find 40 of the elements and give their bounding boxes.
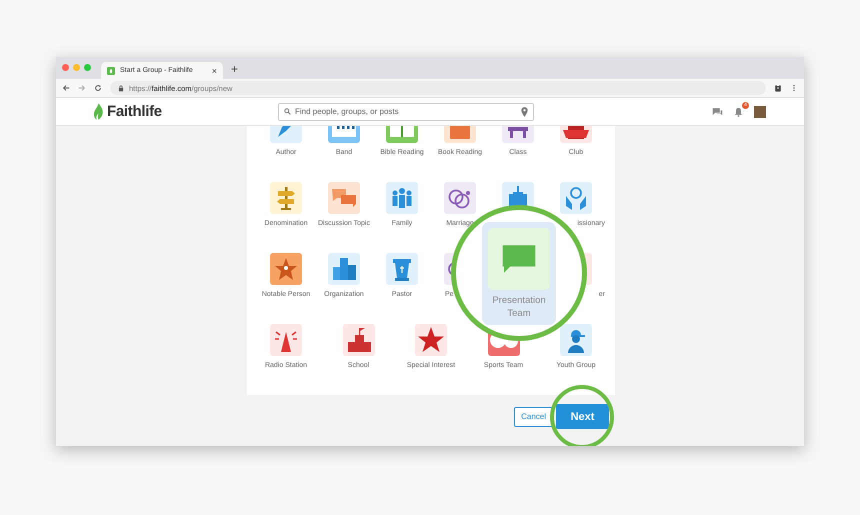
group-type-tile[interactable] bbox=[444, 182, 476, 214]
close-tab-button[interactable]: × bbox=[212, 66, 217, 76]
chat-icon[interactable] bbox=[712, 106, 723, 116]
search-icon bbox=[284, 108, 291, 115]
clipboard-icon[interactable] bbox=[774, 84, 782, 92]
group-type-tile[interactable] bbox=[270, 253, 302, 285]
group-type-tile[interactable] bbox=[560, 126, 592, 143]
group-type-tile[interactable] bbox=[328, 253, 360, 285]
group-type-tile[interactable] bbox=[270, 182, 302, 214]
group-type-tile[interactable] bbox=[328, 182, 360, 214]
group-type-tile[interactable] bbox=[328, 126, 360, 143]
new-tab-button[interactable]: + bbox=[231, 62, 238, 76]
group-type-tile[interactable] bbox=[386, 126, 418, 143]
search-input[interactable]: Find people, groups, or posts bbox=[295, 107, 517, 116]
group-type-tile[interactable] bbox=[342, 324, 374, 356]
bell-icon[interactable] bbox=[733, 106, 744, 116]
logo-text[interactable]: Faithlife bbox=[107, 103, 162, 120]
avatar-placeholder[interactable] bbox=[754, 106, 766, 118]
reload-icon[interactable] bbox=[94, 84, 102, 92]
flame-logo-icon[interactable] bbox=[93, 103, 104, 120]
search-bar[interactable]: Find people, groups, or posts bbox=[278, 102, 534, 120]
group-type-tile[interactable] bbox=[560, 182, 592, 214]
group-type-label: Presentation Team bbox=[491, 294, 547, 320]
flame-icon bbox=[107, 66, 115, 74]
group-type-tile[interactable] bbox=[444, 126, 476, 143]
cancel-button[interactable]: Cancel bbox=[514, 406, 553, 426]
lock-icon bbox=[118, 84, 124, 92]
group-type-tile[interactable] bbox=[386, 182, 418, 214]
back-arrow-icon[interactable] bbox=[62, 84, 70, 92]
highlight-ring bbox=[550, 385, 614, 446]
group-type-tile[interactable] bbox=[502, 126, 534, 143]
map-pin-icon[interactable] bbox=[521, 106, 528, 116]
group-type-tile[interactable] bbox=[560, 324, 592, 356]
forward-arrow-icon[interactable] bbox=[78, 84, 86, 92]
group-type-tile[interactable] bbox=[270, 324, 302, 356]
group-type-tile[interactable] bbox=[415, 324, 447, 356]
close-window-icon[interactable] bbox=[62, 64, 69, 71]
group-type-tile[interactable] bbox=[386, 253, 418, 285]
group-type-tile[interactable] bbox=[488, 228, 550, 290]
group-type-tile[interactable] bbox=[270, 126, 302, 143]
